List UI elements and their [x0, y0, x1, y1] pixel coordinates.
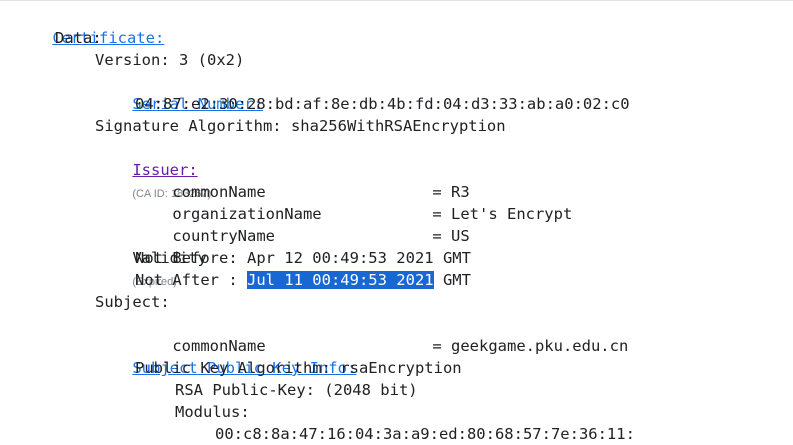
not-after-label: Not After :	[135, 271, 247, 289]
rsa-public-key-line: RSA Public-Key: (2048 bit)	[175, 381, 418, 399]
data-line: Data:	[55, 29, 102, 47]
modulus-label-line: Modulus:	[175, 403, 250, 421]
issuer-line: Issuer: (CA ID: 183267)	[95, 137, 211, 200]
subject-line: Subject:	[95, 293, 170, 311]
top-divider	[0, 0, 793, 1]
not-after-selected-text[interactable]: Jul 11 00:49:53 2021	[246, 271, 434, 289]
signature-algorithm-line: Signature Algorithm: sha256WithRSAEncryp…	[95, 117, 506, 135]
not-after-line: Not After : Jul 11 00:49:53 2021 GMT	[135, 269, 471, 291]
issuer-row-common-name: commonName = R3	[135, 159, 469, 201]
issuer-row-organization-name: organizationName = Let's Encrypt	[135, 181, 572, 223]
subject-public-key-info-line: Subject Public Key Info:	[95, 335, 356, 377]
subject-row-common-name: commonName = geekgame.pku.edu.cn	[135, 313, 628, 355]
validity-line: Validity (Expired)	[95, 225, 207, 288]
not-before-line: Not Before: Apr 12 00:49:53 2021 GMT	[135, 249, 471, 267]
public-key-algorithm-line: Public Key Algorithm: rsaEncryption	[135, 359, 462, 377]
subject-attr-value: = geekgame.pku.edu.cn	[432, 337, 629, 355]
issuer-attr-value: = US	[432, 227, 470, 245]
not-after-timezone: GMT	[433, 271, 471, 289]
issuer-attr-name: countryName	[172, 227, 275, 245]
version-line: Version: 3 (0x2)	[95, 51, 245, 69]
serial-number-value: 04:87:e2:30:28:bd:af:8e:db:4b:fd:04:d3:3…	[135, 95, 630, 113]
serial-number-line: Serial Number:	[95, 71, 263, 113]
certificate-line: Certificate:	[15, 5, 164, 47]
modulus-value-line: 00:c8:8a:47:16:04:3a:a9:ed:80:68:57:7e:3…	[215, 425, 635, 443]
issuer-row-country-name: countryName = US	[135, 203, 469, 245]
